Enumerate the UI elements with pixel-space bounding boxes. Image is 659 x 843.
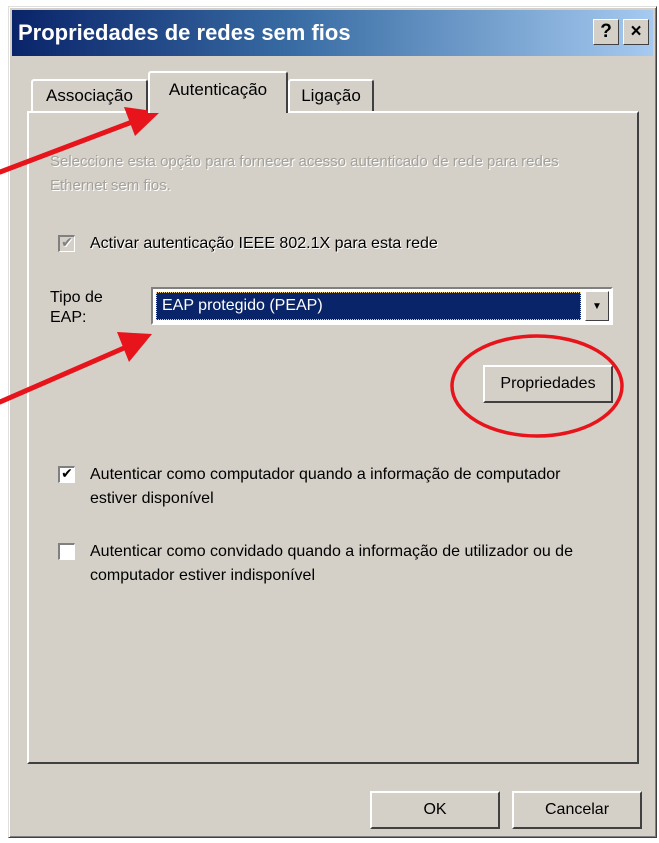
eap-type-select[interactable]: EAP protegido (PEAP) ▼ xyxy=(151,287,613,325)
cancel-button[interactable]: Cancelar xyxy=(512,791,642,829)
dropdown-arrow-icon[interactable]: ▼ xyxy=(585,291,609,321)
enable-8021x-checkbox[interactable]: ✔ xyxy=(58,235,75,252)
auth-guest-label: Autenticar como convidado quando a infor… xyxy=(90,543,573,584)
description-text: Seleccione esta opção para fornecer aces… xyxy=(50,153,559,194)
window-title: Propriedades de redes sem fios xyxy=(18,20,351,45)
tab-associacao[interactable]: Associação xyxy=(31,79,148,111)
eap-type-label: Tipo de EAP: xyxy=(50,289,103,326)
tab-ligacao[interactable]: Ligação xyxy=(288,79,374,111)
tab-autenticacao[interactable]: Autenticação xyxy=(148,71,288,113)
properties-dialog: Propriedades de redes sem fios ? × Assoc… xyxy=(8,6,657,838)
ok-button[interactable]: OK xyxy=(370,791,500,829)
help-button[interactable]: ? xyxy=(593,19,619,45)
properties-button[interactable]: Propriedades xyxy=(483,365,613,403)
auth-guest-checkbox[interactable] xyxy=(58,543,75,560)
auth-computer-checkbox[interactable]: ✔ xyxy=(58,466,75,483)
eap-type-value: EAP protegido (PEAP) xyxy=(156,292,581,320)
auth-computer-label: Autenticar como computador quando a info… xyxy=(90,466,561,507)
close-button[interactable]: × xyxy=(623,19,649,45)
tab-panel-autenticacao xyxy=(27,111,639,764)
title-bar[interactable]: Propriedades de redes sem fios ? × xyxy=(12,10,653,56)
enable-8021x-label: Activar autenticação IEEE 802.1X para es… xyxy=(90,235,438,252)
